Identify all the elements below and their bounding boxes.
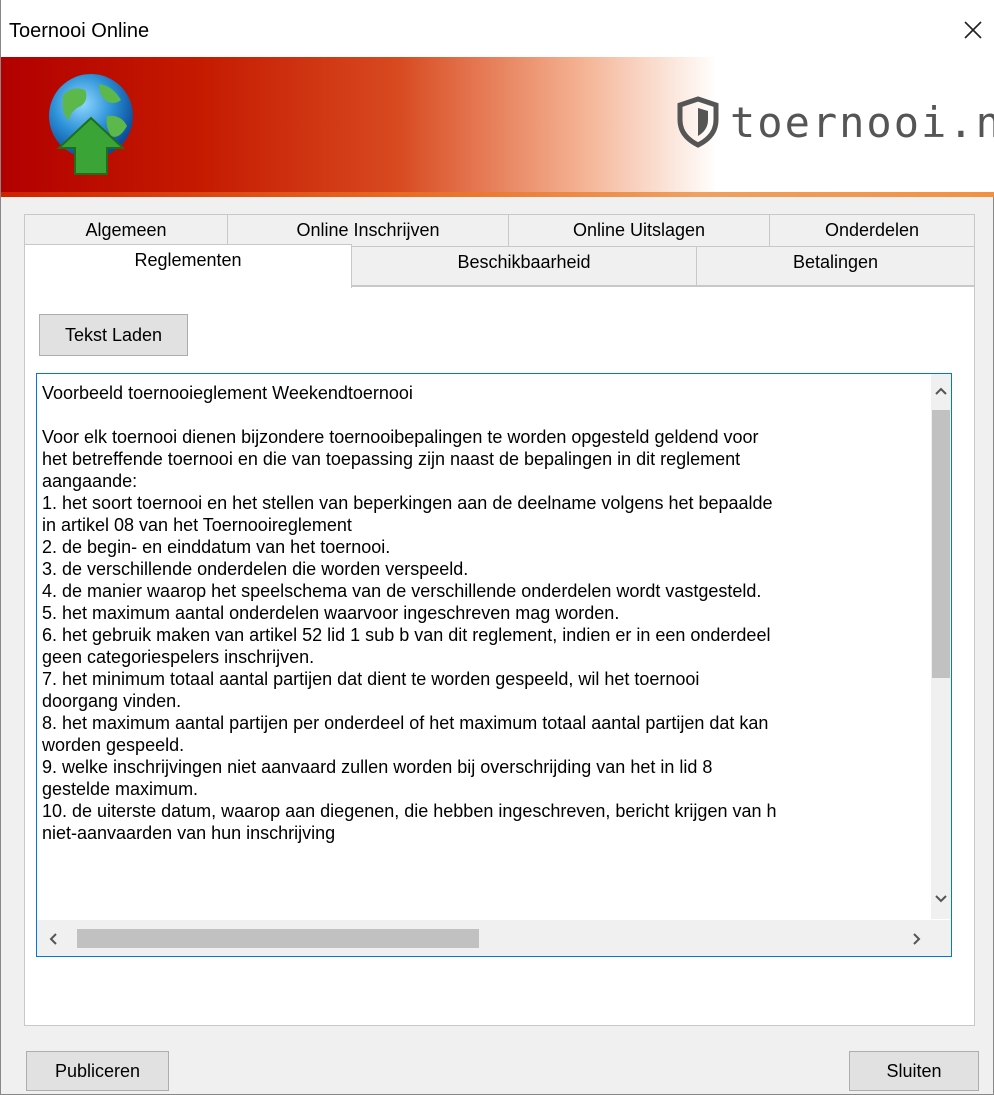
text-line [42,404,937,426]
text-line: 8. het maximum aantal partijen per onder… [42,713,769,733]
text-line: 10. de uiterste datum, waarop aan diegen… [42,801,777,821]
rules-text-content[interactable]: Voorbeeld toernooieglement Weekendtoerno… [42,382,937,917]
text-line: worden gespeeld. [42,735,185,755]
text-line: 4. de manier waarop het speelschema van … [42,581,762,601]
text-line: het betreffende toernooi en die van toep… [42,449,741,469]
dialog-window: Toernooi Online toernooi.n Algemeen Onli… [0,0,994,1095]
close-window-button[interactable] [951,8,994,52]
text-line: 7. het minimum totaal aantal partijen da… [42,669,700,689]
scrollbar-corner [931,920,951,956]
vertical-scrollbar[interactable] [931,374,951,919]
text-line: Voorbeeld toernooieglement Weekendtoerno… [42,383,413,403]
publish-button[interactable]: Publiceren [26,1051,169,1091]
text-line: 2. de begin- en einddatum van het toerno… [42,537,391,557]
brand-name: toernooi.nl [730,97,994,147]
text-line: 1. het soort toernooi en het stellen van… [42,493,773,513]
horizontal-scroll-thumb[interactable] [77,929,479,948]
tab-algemeen[interactable]: Algemeen [24,214,228,248]
tab-online-inschrijven[interactable]: Online Inschrijven [227,214,509,248]
tab-beschikbaarheid[interactable]: Beschikbaarheid [351,246,697,286]
text-line: Voor elk toernooi dienen bijzondere toer… [42,427,759,447]
scroll-left-icon[interactable] [43,929,63,949]
scroll-down-icon[interactable] [931,886,951,912]
tab-betalingen[interactable]: Betalingen [696,246,975,286]
tab-reglementen[interactable]: Reglementen [24,244,352,288]
title-bar: Toernooi Online [1,0,994,57]
brand-logo: toernooi.nl [676,87,994,157]
rules-textarea[interactable]: Voorbeeld toernooieglement Weekendtoerno… [36,373,952,957]
text-line: geen categoriespelers inschrijven. [42,647,315,667]
horizontal-scrollbar[interactable] [37,920,932,956]
scroll-up-icon[interactable] [931,378,951,404]
close-icon [964,21,982,39]
globe-upload-icon [49,74,133,175]
load-text-button[interactable]: Tekst Laden [39,314,188,356]
tab-onderdelen[interactable]: Onderdelen [769,214,975,248]
tab-online-uitslagen[interactable]: Online Uitslagen [508,214,770,248]
text-line: 3. de verschillende onderdelen die worde… [42,559,469,579]
text-line: niet-aanvaarden van hun inschrijving [42,823,336,843]
text-line: 6. het gebruik maken van artikel 52 lid … [42,625,771,645]
text-line: in artikel 08 van het Toernooireglement [42,515,352,535]
text-line: 5. het maximum aantal onderdelen waarvoo… [42,603,620,623]
text-line: gestelde maximum. [42,779,199,799]
close-button[interactable]: Sluiten [849,1051,979,1091]
text-line: doorgang vinden. [42,691,182,711]
scroll-right-icon[interactable] [907,929,927,949]
text-line: aangaande: [42,471,138,491]
window-title: Toernooi Online [9,20,150,42]
vertical-scroll-thumb[interactable] [932,410,950,678]
text-line: 9. welke inschrijvingen niet aanvaard zu… [42,757,713,777]
shield-icon [677,96,719,148]
header-banner: toernooi.nl [1,57,994,195]
banner-divider [1,192,994,197]
